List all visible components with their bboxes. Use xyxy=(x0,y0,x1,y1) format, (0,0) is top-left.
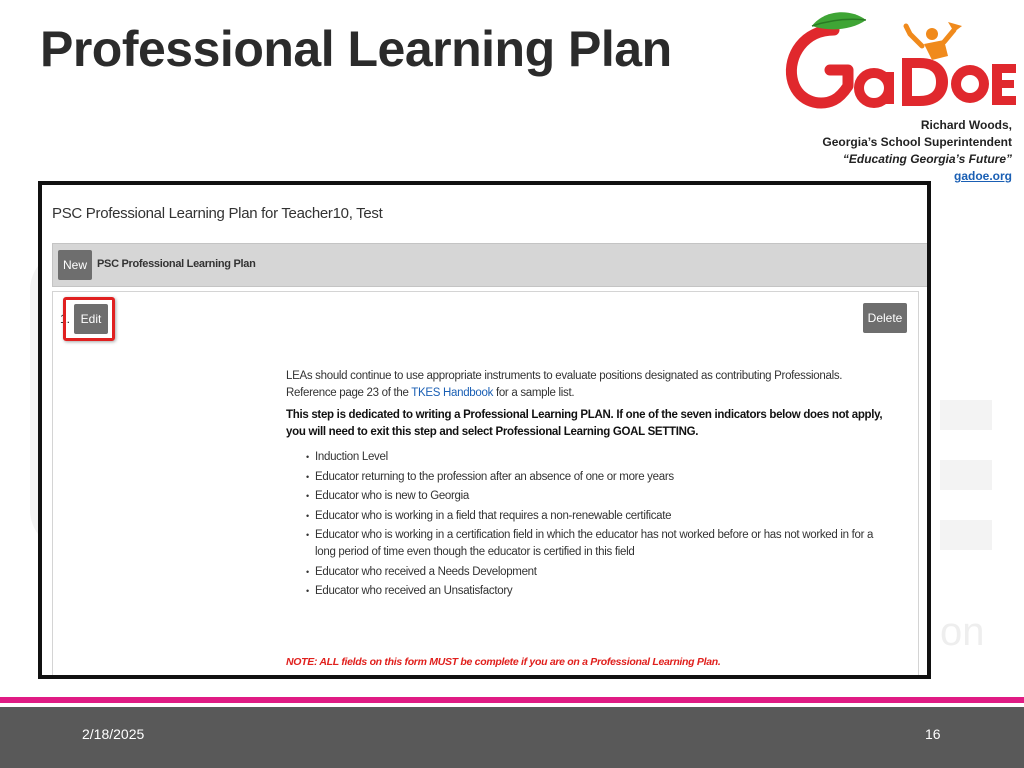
slide-footer: 2/18/2025 16 xyxy=(0,707,1024,768)
list-item: Educator who received a Needs Developmen… xyxy=(306,564,886,581)
plan-panel: 1. Edit Delete LEAs should continue to u… xyxy=(52,291,919,675)
required-fields-note: NOTE: ALL fields on this form MUST be co… xyxy=(286,656,721,668)
list-item: Educator who is working in a field that … xyxy=(306,508,886,525)
slide-title: Professional Learning Plan xyxy=(40,21,672,77)
plan-toolbar: New PSC Professional Learning Plan xyxy=(52,243,927,287)
intro-paragraph: LEAs should continue to use appropriate … xyxy=(286,368,886,402)
edit-button[interactable]: Edit xyxy=(74,304,108,334)
tkes-handbook-link[interactable]: TKES Handbook xyxy=(411,387,493,399)
list-item: Educator who received an Unsatisfactory xyxy=(306,583,886,600)
plan-instructions: LEAs should continue to use appropriate … xyxy=(286,368,886,603)
list-item: Educator who is new to Georgia xyxy=(306,488,886,505)
indicator-list: Induction Level Educator returning to th… xyxy=(286,449,886,600)
gadoe-logo xyxy=(785,12,1016,109)
list-item: Induction Level xyxy=(306,449,886,466)
svg-text:on: on xyxy=(940,610,985,654)
plan-title: PSC Professional Learning Plan for Teach… xyxy=(52,205,383,222)
superintendent-name: Richard Woods, xyxy=(920,118,1012,132)
directive-paragraph: This step is dedicated to writing a Prof… xyxy=(286,409,883,438)
intro-text-end: for a sample list. xyxy=(493,387,575,399)
page-number: 16 xyxy=(925,726,941,742)
embedded-screenshot: PSC Professional Learning Plan for Teach… xyxy=(38,181,931,679)
footer-date: 2/18/2025 xyxy=(82,726,145,742)
footer-accent-band xyxy=(0,697,1024,703)
toolbar-section-label: PSC Professional Learning Plan xyxy=(97,258,256,270)
superintendent-info: Richard Woods, Georgia’s School Superint… xyxy=(822,117,1012,185)
motto: “Educating Georgia’s Future” xyxy=(842,152,1012,166)
new-button[interactable]: New xyxy=(58,250,92,280)
list-item: Educator returning to the profession aft… xyxy=(306,469,886,486)
delete-button[interactable]: Delete xyxy=(863,303,907,333)
list-item: Educator who is working in a certificati… xyxy=(306,527,886,561)
superintendent-title: Georgia’s School Superintendent xyxy=(822,135,1012,149)
